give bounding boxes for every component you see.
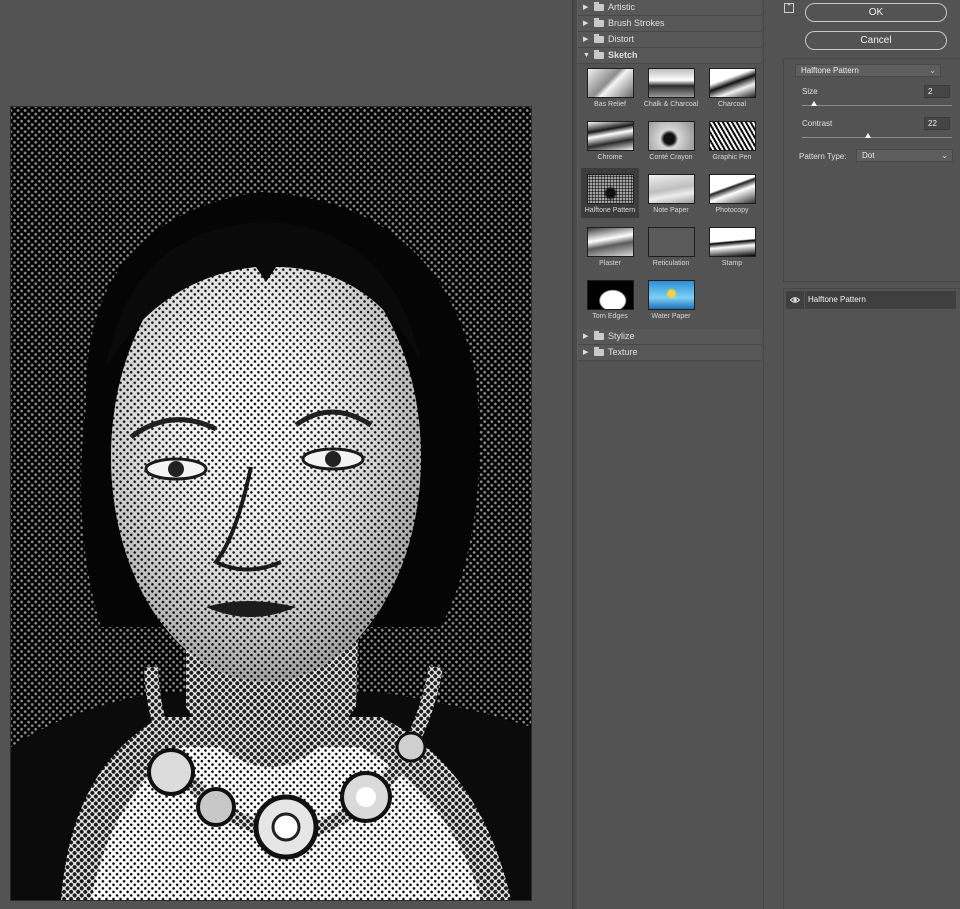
size-field[interactable]: 2: [924, 85, 950, 98]
thumbnail-image: [709, 121, 756, 151]
thumb-label: Chrome: [597, 154, 623, 161]
thumbnail-image: [587, 227, 634, 257]
thumb-label: Plaster: [599, 260, 621, 267]
folder-open-icon: [594, 50, 604, 59]
disclosure-triangle-icon[interactable]: ▶: [583, 32, 588, 47]
filter-thumb-plaster[interactable]: Plaster: [581, 221, 639, 271]
layer-divider: [804, 291, 805, 309]
pattern-type-value: Dot: [862, 151, 875, 160]
category-brush-strokes[interactable]: ▶ Brush Strokes: [578, 16, 761, 32]
thumbnail-image: [587, 174, 634, 204]
filter-thumb-charcoal[interactable]: Charcoal: [703, 62, 761, 112]
contrast-slider-track[interactable]: [802, 137, 952, 138]
disclosure-triangle-icon[interactable]: ▶: [583, 0, 588, 15]
settings-panel: OK Cancel Halftone Pattern ⌄ Size 2 Cont…: [783, 0, 960, 909]
thumb-label: Stamp: [721, 260, 743, 267]
filter-select-value: Halftone Pattern: [801, 66, 859, 75]
category-label: Brush Strokes: [608, 18, 665, 28]
filter-thumb-photocopy[interactable]: Photocopy: [703, 168, 761, 218]
contrast-label: Contrast: [802, 119, 833, 128]
folder-icon: [594, 331, 604, 340]
filter-thumb-conte-crayon[interactable]: Conté Crayon: [642, 115, 700, 165]
folder-icon: [594, 2, 604, 11]
filter-thumb-torn-edges[interactable]: Torn Edges: [581, 274, 639, 324]
disclosure-triangle-icon[interactable]: ▶: [583, 16, 588, 31]
chevron-down-icon: ⌄: [929, 66, 936, 75]
thumb-label: Chalk & Charcoal: [643, 101, 699, 108]
thumbnail-image: [648, 280, 695, 310]
filter-thumb-chalk-charcoal[interactable]: Chalk & Charcoal: [642, 62, 700, 112]
contrast-field[interactable]: 22: [924, 117, 950, 130]
disclosure-triangle-expanded-icon[interactable]: ▼: [583, 48, 590, 63]
category-label: Texture: [608, 347, 638, 357]
filter-select-dropdown[interactable]: Halftone Pattern ⌄: [795, 64, 941, 77]
category-artistic[interactable]: ▶ Artistic: [578, 0, 761, 16]
thumbnail-image: [648, 121, 695, 151]
thumb-label: Halftone Pattern: [584, 207, 636, 214]
thumb-label: Charcoal: [717, 101, 746, 108]
category-label: Stylize: [608, 331, 635, 341]
preview-area: [0, 0, 572, 909]
thumb-label: Note Paper: [653, 207, 689, 214]
pattern-type-dropdown[interactable]: Dot ⌄: [856, 149, 953, 162]
thumbnail-image: [648, 68, 695, 98]
effect-layers-panel: Halftone Pattern: [783, 288, 960, 909]
image-preview[interactable]: [10, 106, 532, 901]
cancel-button[interactable]: Cancel: [805, 31, 947, 50]
filter-thumb-halftone-pattern[interactable]: Halftone Pattern: [581, 168, 639, 218]
thumbnail-image: [648, 174, 695, 204]
category-stylize[interactable]: ▶ Stylize: [578, 329, 761, 345]
category-distort[interactable]: ▶ Distort: [578, 32, 761, 48]
disclosure-triangle-icon[interactable]: ▶: [583, 329, 588, 344]
filter-parameters: Halftone Pattern ⌄ Size 2 Contrast 22 Pa…: [783, 58, 960, 282]
size-label: Size: [802, 87, 818, 96]
folder-icon: [594, 34, 604, 43]
thumbnail-image: [587, 121, 634, 151]
disclosure-triangle-icon[interactable]: ▶: [583, 345, 588, 360]
halftone-portrait-image: [11, 107, 531, 900]
filter-thumb-reticulation[interactable]: Reticulation: [642, 221, 700, 271]
thumbnail-image: [709, 227, 756, 257]
thumb-label: Reticulation: [652, 260, 690, 267]
pattern-type-label: Pattern Type:: [799, 152, 847, 161]
thumbnail-image: [709, 174, 756, 204]
filter-thumb-bas-relief[interactable]: Bas Relief: [581, 62, 639, 112]
thumb-label: Photocopy: [715, 207, 749, 214]
thumb-label: Bas Relief: [594, 101, 626, 108]
folder-icon: [594, 347, 604, 356]
effect-layer-row[interactable]: Halftone Pattern: [786, 291, 956, 309]
chevron-down-icon: ⌄: [941, 151, 948, 160]
category-label: Sketch: [608, 50, 638, 60]
thumb-label: Torn Edges: [592, 313, 628, 320]
size-slider-track[interactable]: [802, 105, 952, 106]
contrast-slider-thumb[interactable]: [865, 133, 871, 138]
category-label: Distort: [608, 34, 635, 44]
thumbnail-image: [709, 68, 756, 98]
thumbnail-image: [587, 280, 634, 310]
thumb-label: Conté Crayon: [649, 154, 693, 161]
thumbnail-image: [648, 227, 695, 257]
category-texture[interactable]: ▶ Texture: [578, 345, 761, 361]
ok-button[interactable]: OK: [805, 3, 947, 22]
filter-thumb-water-paper[interactable]: Water Paper: [642, 274, 700, 324]
thumb-label: Water Paper: [651, 313, 691, 320]
thumbnail-image: [587, 68, 634, 98]
gallery-settings-divider: [763, 0, 783, 909]
folder-icon: [594, 18, 604, 27]
filter-thumb-stamp[interactable]: Stamp: [703, 221, 761, 271]
category-label: Artistic: [608, 2, 635, 12]
size-slider-thumb[interactable]: [811, 101, 817, 106]
eye-icon[interactable]: [790, 295, 800, 305]
thumb-label: Graphic Pen: [712, 154, 752, 161]
filter-thumb-graphic-pen[interactable]: Graphic Pen: [703, 115, 761, 165]
filter-gallery-panel: ▶ Artistic ▶ Brush Strokes ▶ Distort ▼ S…: [578, 0, 763, 909]
filter-thumb-chrome[interactable]: Chrome: [581, 115, 639, 165]
filter-thumb-note-paper[interactable]: Note Paper: [642, 168, 700, 218]
effect-layer-name: Halftone Pattern: [808, 295, 866, 304]
